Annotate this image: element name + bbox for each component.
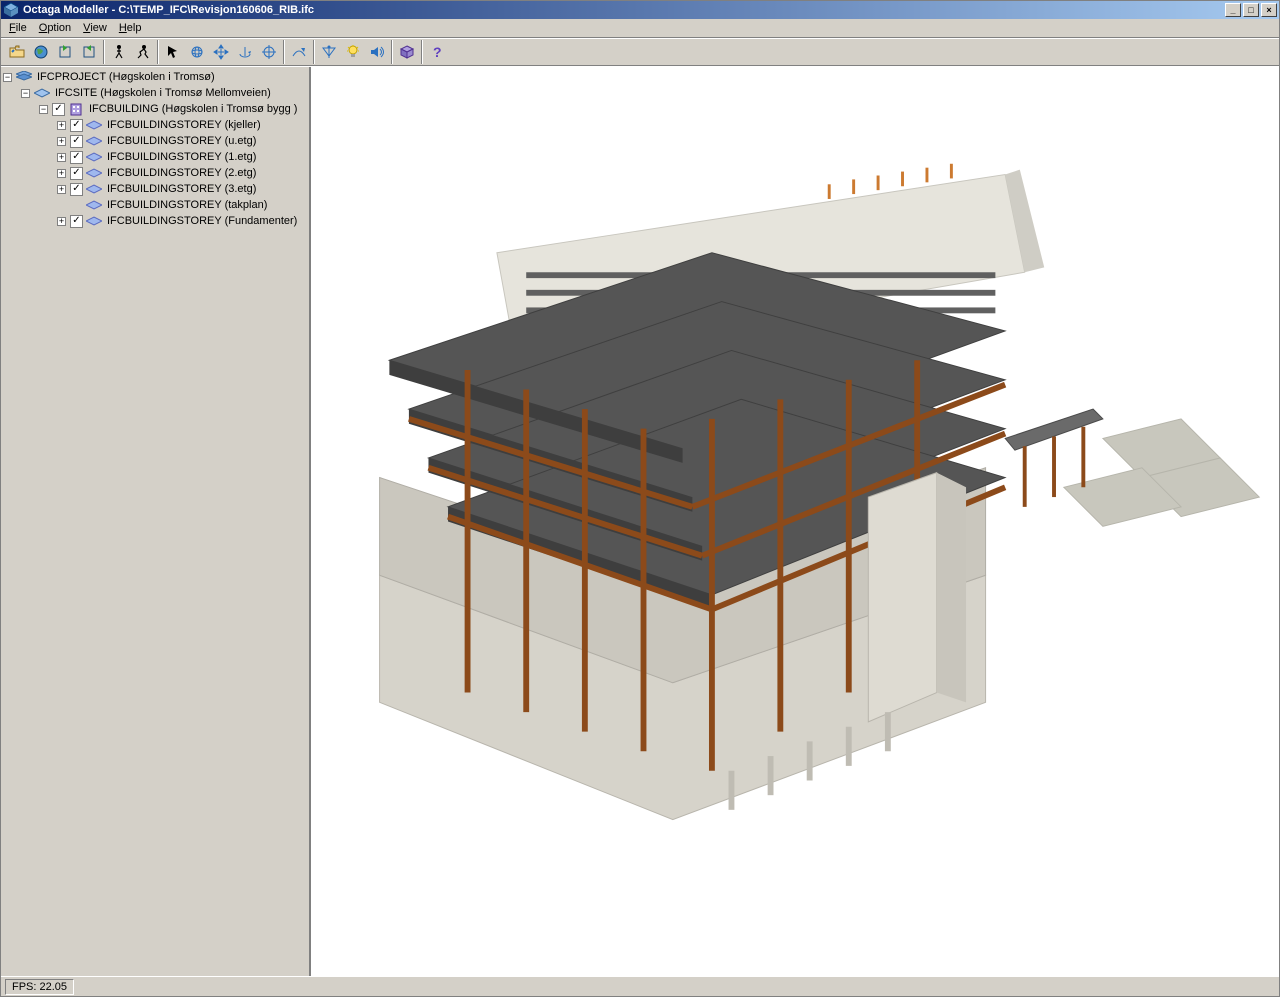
tree-node-project[interactable]: − IFCPROJECT (Høgskolen i Tromsø) — [1, 69, 309, 85]
expand-icon[interactable]: + — [57, 153, 66, 162]
model-tree-panel[interactable]: − IFCPROJECT (Høgskolen i Tromsø) − IFCS… — [1, 67, 311, 976]
toolbar-separator — [421, 40, 423, 64]
status-fps: FPS: 22.05 — [5, 979, 74, 995]
help-question-icon[interactable]: ? — [425, 40, 449, 64]
tree-node-storey[interactable]: + IFCBUILDINGSTOREY (2.etg) — [1, 165, 309, 181]
tree-node-storey[interactable]: + IFCBUILDINGSTOREY (Fundamenter) — [1, 213, 309, 229]
tree-node-storey[interactable]: + IFCBUILDINGSTOREY (1.etg) — [1, 149, 309, 165]
storey-icon — [86, 133, 102, 149]
world-icon[interactable] — [29, 40, 53, 64]
storey-icon — [86, 149, 102, 165]
toolbar-separator — [283, 40, 285, 64]
maximize-button[interactable]: □ — [1243, 3, 1259, 17]
visibility-checkbox[interactable] — [70, 183, 83, 196]
tree-label: IFCBUILDING (Høgskolen i Tromsø bygg ) — [87, 103, 299, 115]
3d-viewport[interactable] — [311, 67, 1279, 976]
tree-label: IFCBUILDINGSTOREY (1.etg) — [105, 151, 258, 163]
tree-label: IFCBUILDINGSTOREY (3.etg) — [105, 183, 258, 195]
tree-node-storey[interactable]: + IFCBUILDINGSTOREY (3.etg) — [1, 181, 309, 197]
app-window: Octaga Modeller - C:\TEMP_IFC\Revisjon16… — [0, 0, 1280, 997]
toolbar-separator — [157, 40, 159, 64]
menu-view[interactable]: View — [77, 21, 113, 35]
expand-icon[interactable]: + — [57, 217, 66, 226]
toolbar-separator — [103, 40, 105, 64]
tree-label: IFCBUILDINGSTOREY (2.etg) — [105, 167, 258, 179]
toolbar-separator — [391, 40, 393, 64]
storey-icon — [86, 181, 102, 197]
visibility-checkbox[interactable] — [70, 119, 83, 132]
tree-label: IFCBUILDINGSTOREY (u.etg) — [105, 135, 258, 147]
rotate-globe-icon[interactable] — [185, 40, 209, 64]
tree-label: IFCBUILDINGSTOREY (takplan) — [105, 199, 269, 211]
visibility-checkbox[interactable] — [70, 151, 83, 164]
close-button[interactable]: × — [1261, 3, 1277, 17]
sound-speaker-icon[interactable] — [365, 40, 389, 64]
collapse-icon[interactable]: − — [21, 89, 30, 98]
tree-node-storey[interactable]: + IFCBUILDINGSTOREY (kjeller) — [1, 117, 309, 133]
expand-icon[interactable]: + — [57, 137, 66, 146]
expand-icon[interactable]: + — [57, 169, 66, 178]
anchor-down-icon[interactable] — [317, 40, 341, 64]
main-body: − IFCPROJECT (Høgskolen i Tromsø) − IFCS… — [1, 66, 1279, 976]
toolbar-separator — [313, 40, 315, 64]
reload-icon[interactable] — [77, 40, 101, 64]
window-control-buttons: _ □ × — [1223, 3, 1277, 17]
storey-icon — [86, 165, 102, 181]
app-icon — [3, 2, 19, 18]
storey-icon — [86, 197, 102, 213]
toolbar: ? — [1, 38, 1279, 66]
visibility-checkbox[interactable] — [70, 167, 83, 180]
tree-node-storey[interactable]: IFCBUILDINGSTOREY (takplan) — [1, 197, 309, 213]
site-icon — [34, 85, 50, 101]
tree-node-site[interactable]: − IFCSITE (Høgskolen i Tromsø Mellomveie… — [1, 85, 309, 101]
visibility-checkbox[interactable] — [70, 215, 83, 228]
visibility-checkbox[interactable] — [70, 135, 83, 148]
expand-icon[interactable]: + — [57, 185, 66, 194]
storey-icon — [86, 213, 102, 229]
run-person-icon[interactable] — [131, 40, 155, 64]
collapse-icon[interactable]: − — [3, 73, 12, 82]
menu-help[interactable]: Help — [113, 21, 148, 35]
minimize-button[interactable]: _ — [1225, 3, 1241, 17]
tree-label: IFCBUILDINGSTOREY (kjeller) — [105, 119, 263, 131]
tree-node-building[interactable]: − IFCBUILDING (Høgskolen i Tromsø bygg ) — [1, 101, 309, 117]
project-icon — [16, 69, 32, 85]
pan-move-icon[interactable] — [209, 40, 233, 64]
tree-label: IFCSITE (Høgskolen i Tromsø Mellomveien) — [53, 87, 273, 99]
walk-person-icon[interactable] — [107, 40, 131, 64]
goto-view-icon[interactable] — [287, 40, 311, 64]
expand-icon[interactable]: + — [57, 121, 66, 130]
target-crosshair-icon[interactable] — [257, 40, 281, 64]
status-bar: FPS: 22.05 — [1, 976, 1279, 996]
no-expand-icon — [57, 201, 66, 210]
storey-icon — [86, 117, 102, 133]
tree-node-storey[interactable]: + IFCBUILDINGSTOREY (u.etg) — [1, 133, 309, 149]
cube-3d-icon[interactable] — [395, 40, 419, 64]
collapse-icon[interactable]: − — [39, 105, 48, 114]
title-bar: Octaga Modeller - C:\TEMP_IFC\Revisjon16… — [1, 1, 1279, 19]
building-icon — [68, 101, 84, 117]
window-title: Octaga Modeller - C:\TEMP_IFC\Revisjon16… — [23, 4, 1223, 16]
tree-label: IFCPROJECT (Høgskolen i Tromsø) — [35, 71, 217, 83]
arrow-pointer-icon[interactable] — [161, 40, 185, 64]
menu-bar: File Option View Help — [1, 19, 1279, 38]
refresh-icon[interactable] — [53, 40, 77, 64]
tree-label: IFCBUILDINGSTOREY (Fundamenter) — [105, 215, 299, 227]
open-folder-icon[interactable] — [5, 40, 29, 64]
svg-text:?: ? — [433, 44, 442, 60]
visibility-checkbox[interactable] — [52, 103, 65, 116]
fps-label: FPS: 22.05 — [12, 981, 67, 993]
rotate-axis-icon[interactable] — [233, 40, 257, 64]
menu-file[interactable]: File — [3, 21, 33, 35]
light-bulb-icon[interactable] — [341, 40, 365, 64]
menu-option[interactable]: Option — [33, 21, 77, 35]
